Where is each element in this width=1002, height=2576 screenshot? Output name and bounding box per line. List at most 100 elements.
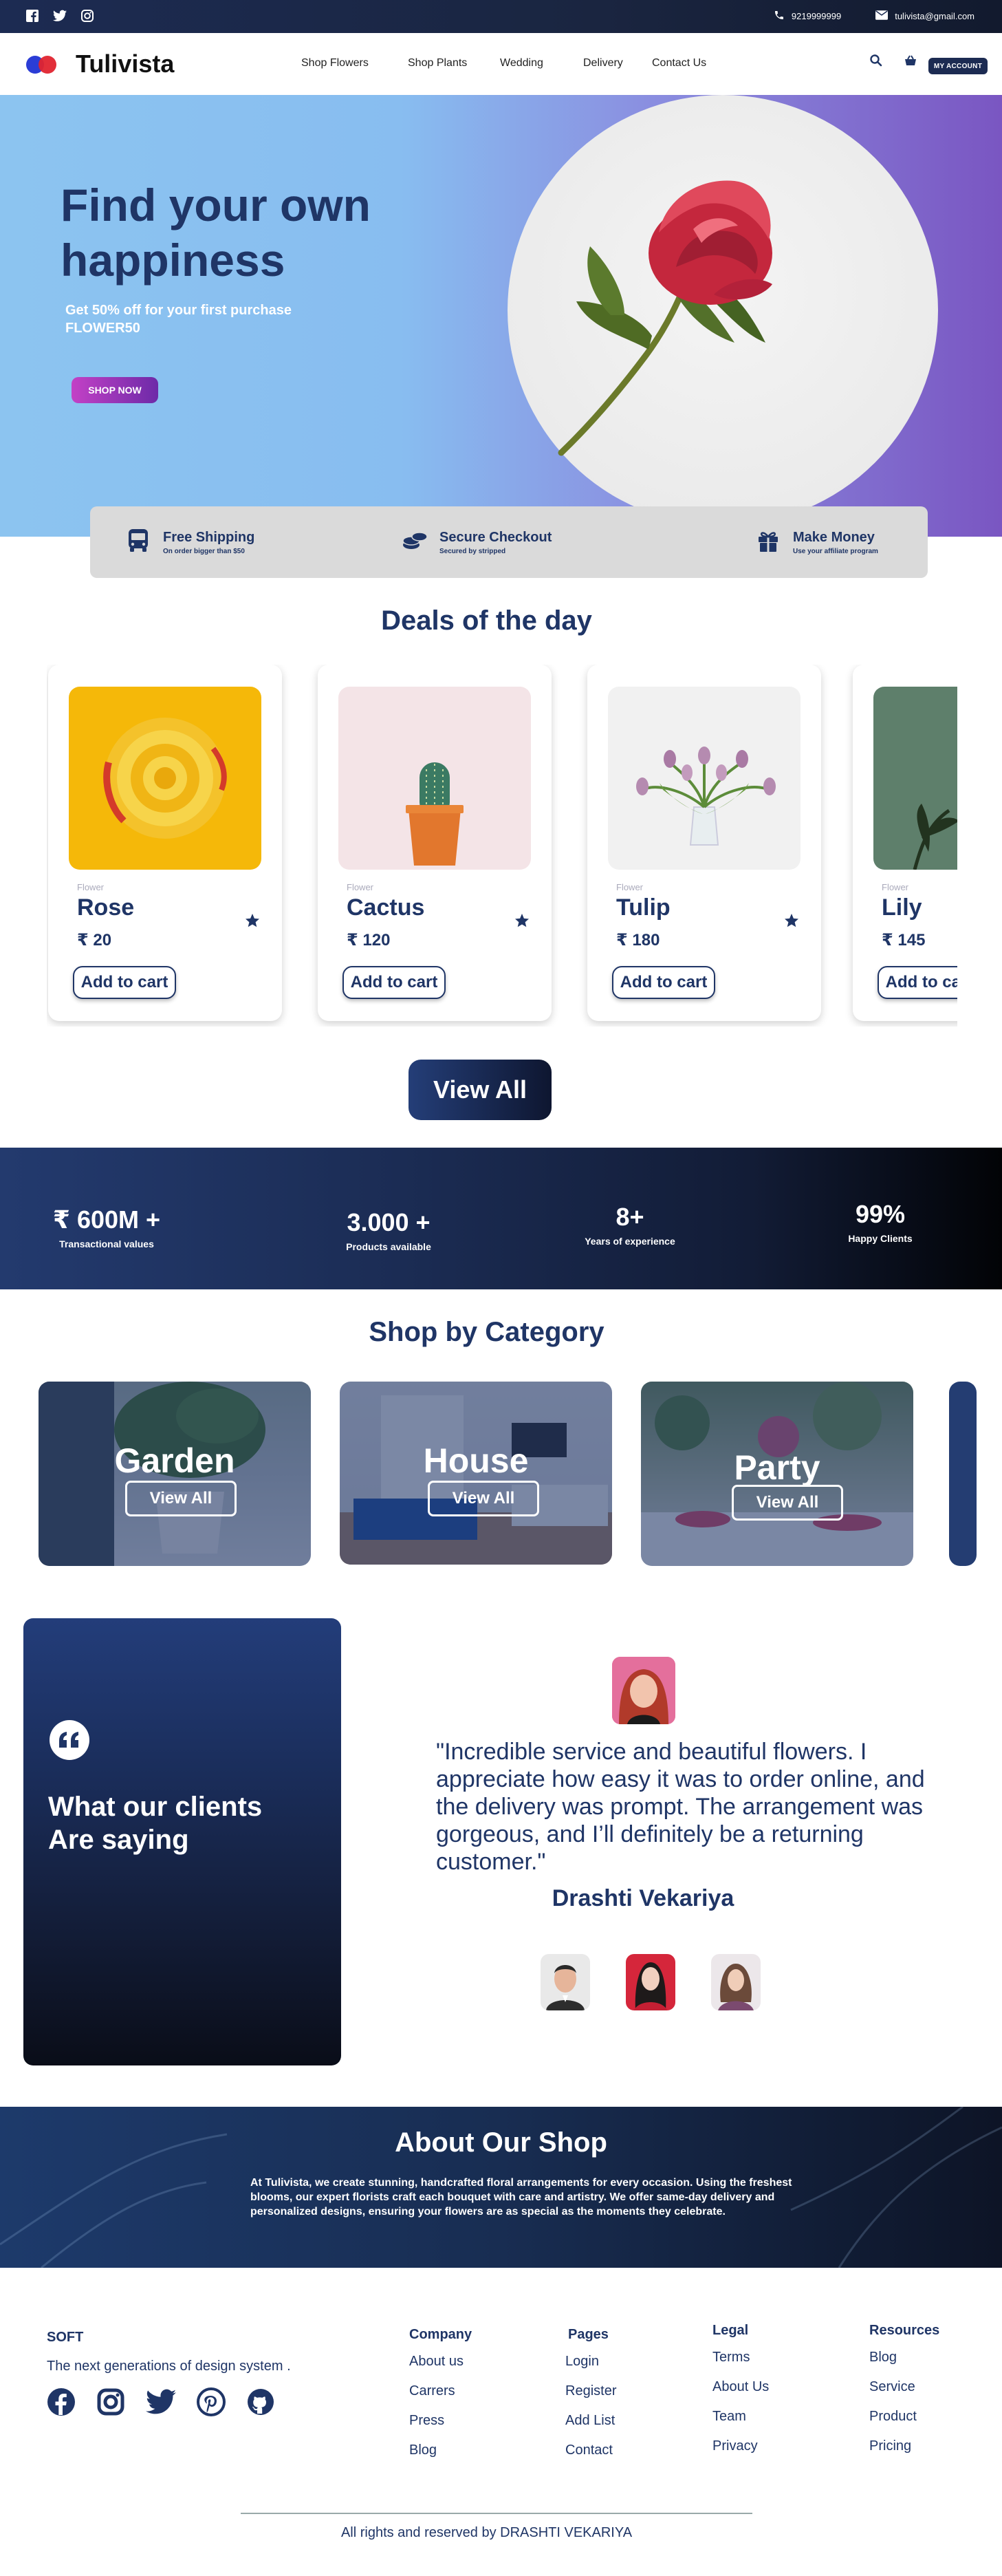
hero-promo-code: FLOWER50 (65, 321, 140, 336)
footer-column-resources: Resources Blog Service Product Pricing (869, 2323, 939, 2468)
twitter-icon[interactable] (146, 2387, 176, 2420)
product-name: Cactus (347, 894, 425, 921)
footer-link[interactable]: Login (565, 2354, 616, 2370)
footer-brand: SOFT (47, 2330, 84, 2345)
gift-icon (754, 527, 782, 558)
product-image (69, 687, 261, 870)
category-title: Shop by Category (369, 1317, 605, 1347)
star-icon[interactable] (514, 912, 530, 932)
footer-column-legal: Legal Terms About Us Team Privacy (712, 2323, 769, 2468)
footer-link[interactable]: Terms (712, 2350, 769, 2365)
nav-wedding[interactable]: Wedding (500, 57, 583, 69)
about-section: About Our Shop At Tulivista, we create s… (0, 2107, 1002, 2268)
client-avatar-1[interactable] (541, 1954, 590, 2010)
footer-link[interactable]: Carrers (409, 2383, 472, 2399)
nav-delivery[interactable]: Delivery (583, 57, 652, 69)
product-card-cactus[interactable]: Flower Cactus ₹ 120 Add to cart (318, 665, 552, 1021)
footer-link[interactable]: About Us (712, 2379, 769, 2395)
product-price: ₹ 20 (77, 931, 112, 949)
footer-link[interactable]: Contact (565, 2443, 616, 2458)
shop-now-button[interactable]: SHOP NOW (72, 377, 158, 403)
footer-link[interactable]: Team (712, 2409, 769, 2425)
product-card-tulip[interactable]: Flower Tulip ₹ 180 Add to cart (587, 665, 821, 1021)
twitter-icon[interactable] (52, 8, 67, 23)
add-to-cart-button[interactable]: Add to cart (878, 966, 957, 999)
footer-link[interactable]: Service (869, 2379, 939, 2395)
category-view-all-button[interactable]: View All (732, 1485, 843, 1521)
instagram-icon[interactable] (80, 8, 95, 23)
category-card-garden[interactable]: Garden View All (39, 1382, 311, 1566)
nav-contact-us[interactable]: Contact Us (652, 57, 706, 69)
stat-label: Products available (346, 1241, 431, 1252)
coins-icon (401, 527, 428, 558)
footer-link[interactable]: Pricing (869, 2438, 939, 2454)
copyright-text: All rights and reserved by DRASHTI VEKAR… (340, 2525, 633, 2540)
add-to-cart-button[interactable]: Add to cart (612, 966, 715, 999)
feature-title: Secure Checkout (439, 530, 552, 545)
footer-link[interactable]: Blog (409, 2443, 472, 2458)
footer-column-company: Company About us Carrers Press Blog (409, 2327, 472, 2472)
product-image (338, 687, 531, 870)
category-view-all-button[interactable]: View All (428, 1481, 539, 1516)
footer-link[interactable]: Privacy (712, 2438, 769, 2454)
deals-view-all-button[interactable]: View All (409, 1060, 552, 1120)
feature-subtitle: Use your affiliate program (793, 548, 878, 555)
client-avatar-3[interactable] (711, 1954, 761, 2010)
feature-title: Free Shipping (163, 530, 255, 545)
footer-tagline: The next generations of design system . (47, 2359, 291, 2374)
footer-link[interactable]: Add List (565, 2413, 616, 2429)
search-icon[interactable] (869, 54, 883, 71)
rose-image (558, 180, 772, 456)
facebook-icon[interactable] (25, 8, 40, 23)
nav-shop-plants[interactable]: Shop Plants (408, 57, 500, 69)
footer-column-heading: Company (409, 2327, 472, 2342)
my-account-button[interactable]: MY ACCOUNT (928, 58, 988, 74)
stat-products: 3.000 + Products available (330, 1208, 447, 1252)
star-icon[interactable] (244, 912, 261, 932)
category-card-party[interactable]: Party View All (641, 1382, 913, 1566)
testimonial-author: Drashti Vekariya (552, 1885, 734, 1911)
instagram-icon[interactable] (96, 2387, 125, 2420)
feature-subtitle: On order bigger than $50 (163, 548, 245, 555)
category-card-house[interactable]: House View All (340, 1382, 612, 1565)
nav-icons (869, 54, 917, 71)
github-icon[interactable] (246, 2387, 275, 2420)
footer-link[interactable]: Blog (869, 2350, 939, 2365)
bus-icon (124, 527, 152, 558)
testimonials-heading-card: What our clients Are saying (23, 1618, 341, 2065)
footer-link[interactable]: Press (409, 2413, 472, 2429)
facebook-icon[interactable] (47, 2387, 76, 2420)
feature-title: Make Money (793, 530, 875, 545)
product-card-rose[interactable]: Flower Rose ₹ 20 Add to cart (48, 665, 282, 1021)
pinterest-icon[interactable] (197, 2387, 226, 2420)
category-card-partial[interactable] (949, 1382, 977, 1566)
hero-offer: Get 50% off for your first purchase FLOW… (65, 301, 292, 337)
stat-value: 3.000 + (347, 1208, 431, 1236)
basket-icon[interactable] (904, 54, 917, 71)
top-social-links (25, 8, 95, 23)
product-price: ₹ 120 (347, 931, 391, 949)
logo-icon[interactable] (25, 54, 59, 75)
product-category: Flower (882, 882, 909, 892)
add-to-cart-button[interactable]: Add to cart (342, 966, 446, 999)
stat-value: ₹ 600M + (52, 1205, 161, 1234)
phone-number[interactable]: 9219999999 (792, 11, 841, 21)
feature-secure-checkout: Secure Checkout Secured by stripped (401, 527, 552, 558)
star-icon[interactable] (783, 912, 800, 932)
product-card-lily[interactable]: Flower Lily ₹ 145 Add to cart (853, 665, 957, 1021)
features-strip: Free Shipping On order bigger than $50 S… (90, 506, 928, 578)
footer-divider (241, 2513, 752, 2514)
nav-shop-flowers[interactable]: Shop Flowers (301, 57, 408, 69)
feature-subtitle: Secured by stripped (439, 548, 506, 555)
stats-band: ₹ 600M + Transactional values 3.000 + Pr… (0, 1148, 1002, 1289)
footer-link[interactable]: Register (565, 2383, 616, 2399)
footer-link[interactable]: About us (409, 2354, 472, 2370)
stat-happy-clients: 99% Happy Clients (832, 1200, 928, 1244)
add-to-cart-button[interactable]: Add to cart (73, 966, 176, 999)
about-text: At Tulivista, we create stunning, handcr… (250, 2177, 792, 2218)
email-address[interactable]: tulivista@gmail.com (895, 11, 974, 21)
brand-name[interactable]: Tulivista (76, 50, 174, 78)
client-avatar-2[interactable] (626, 1954, 675, 2010)
footer-link[interactable]: Product (869, 2409, 939, 2425)
category-view-all-button[interactable]: View All (125, 1481, 237, 1516)
